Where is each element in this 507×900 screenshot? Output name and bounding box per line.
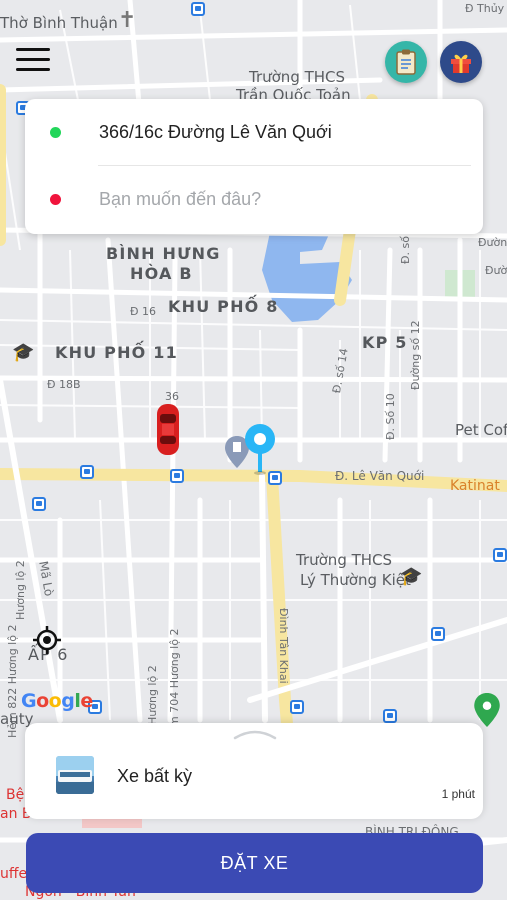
pickup-location-pin-icon[interactable] — [243, 424, 277, 476]
map-label: Đ Thủy — [465, 2, 505, 15]
bus-stop-icon — [32, 497, 46, 511]
menu-button[interactable] — [16, 48, 52, 76]
map-label: Đ. Số 10 — [384, 393, 397, 440]
pickup-address-field[interactable]: 366/16c Đường Lê Văn Quới — [25, 99, 483, 165]
map-label: KHU PHỐ 11 — [55, 343, 178, 362]
google-logo-letter: e — [80, 690, 93, 712]
hamburger-menu-icon — [16, 48, 52, 71]
school-icon: 🎓 — [400, 566, 423, 587]
map-label: Đường số 16 — [485, 264, 507, 277]
map-label: Đ 18B — [47, 378, 81, 391]
place-pin-icon — [474, 693, 500, 727]
church-icon: ✝ — [118, 8, 137, 33]
map-label: Lý Thường Kiệt — [300, 571, 411, 589]
map-label: KHU PHỐ 8 — [168, 297, 279, 316]
bus-stop-icon — [170, 469, 184, 483]
map-label: Pet Cof — [455, 421, 507, 439]
map-label: uffe — [0, 866, 28, 882]
google-logo-letter: G — [21, 690, 37, 712]
map-label: Đ 16 — [130, 305, 157, 318]
bus-stop-icon — [383, 709, 397, 723]
map-label: BÌNH HƯNG — [106, 244, 221, 263]
map-label: Thờ Bình Thuận — [0, 14, 118, 32]
book-ride-button[interactable]: ĐẶT XE — [26, 833, 483, 893]
map-label: Bệ — [6, 787, 25, 803]
map-label: Hương lộ 2 — [146, 665, 159, 725]
bus-stop-icon — [290, 700, 304, 714]
destination-dot-icon — [50, 193, 61, 205]
map-label: Đ. Lê Văn Quới — [335, 469, 425, 483]
vehicle-option[interactable]: Xe bất kỳ 1 phút — [25, 741, 483, 811]
clipboard-icon — [396, 49, 416, 75]
map-label: Hương lộ 2 — [14, 560, 27, 620]
sheet-handle-chevron-up-icon[interactable] — [233, 727, 277, 740]
pickup-address-text: 366/16c Đường Lê Văn Quới — [99, 121, 332, 142]
map-label: Đình Tân Khai — [277, 608, 290, 684]
destination-input[interactable]: Bạn muốn đến đâu? — [25, 166, 483, 232]
google-logo-letter: g — [61, 690, 75, 712]
car-icon[interactable] — [155, 402, 181, 457]
bus-stop-icon — [80, 465, 94, 479]
map-label: Trường THCS — [296, 551, 393, 569]
google-logo-letter: o — [48, 690, 62, 712]
my-location-button[interactable] — [33, 626, 61, 654]
gift-icon — [451, 54, 471, 73]
destination-placeholder: Bạn muốn đến đâu? — [99, 188, 262, 209]
bus-stop-icon — [493, 548, 507, 562]
google-logo: Google — [21, 690, 93, 712]
vehicle-eta: 1 phút — [441, 787, 475, 801]
map-label: HÒA B — [130, 264, 193, 283]
map-label: Trường THCS — [249, 68, 346, 86]
vehicle-name: Xe bất kỳ — [117, 766, 193, 786]
map-label: Katinat — [450, 478, 500, 494]
school-icon: 🎓 — [12, 342, 35, 363]
gift-button[interactable] — [440, 41, 482, 83]
history-button[interactable] — [385, 41, 427, 83]
pickup-dot-icon — [50, 126, 61, 138]
map-label: Đường số — [478, 236, 507, 249]
map-label: Đ. số — [399, 236, 412, 264]
address-card: 366/16c Đường Lê Văn Quới Bạn muốn đến đ… — [25, 99, 483, 234]
vehicle-bottom-sheet: Xe bất kỳ 1 phút — [25, 723, 483, 819]
crosshair-icon — [33, 626, 61, 654]
vehicle-thumbnail-image — [56, 756, 94, 794]
bus-stop-icon — [431, 627, 445, 641]
map-label: Đường số 12 — [409, 320, 422, 390]
google-logo-letter: o — [36, 690, 49, 712]
bus-stop-icon — [191, 2, 205, 16]
map-label: KP 5 — [362, 333, 408, 352]
